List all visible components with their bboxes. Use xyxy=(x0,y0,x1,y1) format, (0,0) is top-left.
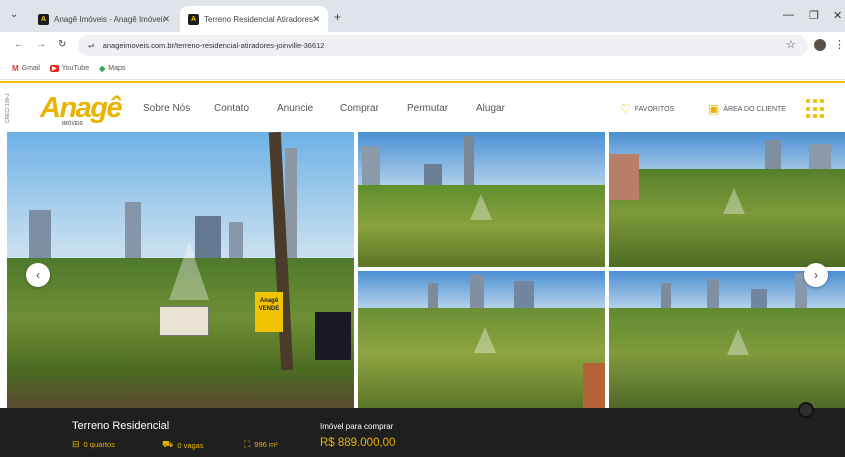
area-info: ⛶ 996 m² xyxy=(244,439,278,450)
chat-button[interactable] xyxy=(798,402,814,418)
site-header: CRECI 100-J Anagê IMÓVEIS Sobre Nós Cont… xyxy=(0,81,845,131)
anage-watermark-icon xyxy=(723,188,745,214)
gallery-next-button[interactable]: › xyxy=(804,263,828,287)
tab-title: Anagê Imóveis - Anagê Imóveis xyxy=(54,14,164,24)
car-icon: ⛟ xyxy=(162,439,174,449)
bookmark-gmail[interactable]: M Gmail xyxy=(12,64,40,73)
new-tab-icon[interactable]: + xyxy=(334,10,341,24)
anage-logo[interactable]: Anagê IMÓVEIS xyxy=(40,88,123,128)
gallery-photo-3[interactable] xyxy=(609,132,845,267)
menu-sobre-nos[interactable]: Sobre Nós xyxy=(143,103,190,114)
tab-close-icon[interactable]: ✕ xyxy=(312,14,320,25)
logo-subtitle: IMÓVEIS xyxy=(62,121,83,127)
area-value: 996 m² xyxy=(254,440,278,449)
gmail-icon: M xyxy=(12,64,19,73)
bed-icon: ⊟ xyxy=(72,439,80,449)
tab-title: Terreno Residencial Atiradores xyxy=(204,14,313,24)
anage-watermark-icon xyxy=(474,327,496,353)
menu-permutar[interactable]: Permutar xyxy=(407,103,448,114)
site-info-icon[interactable]: ⇌ xyxy=(88,41,95,50)
url-text: anageimoveis.com.br/terreno-residencial-… xyxy=(102,41,325,50)
price-label: Imóvel para comprar xyxy=(320,422,394,431)
back-icon[interactable]: ← xyxy=(14,39,24,50)
tab-search-chevron-icon[interactable]: ⌄ xyxy=(10,9,18,20)
tab-anage-home[interactable]: A Anagê Imóveis - Anagê Imóveis ✕ xyxy=(30,6,178,32)
bookmark-maps[interactable]: ◆ Maps xyxy=(99,64,125,73)
bedrooms-info: ⊟ 0 quartos xyxy=(72,439,115,450)
listing-title: Terreno Residencial xyxy=(72,420,170,432)
roadside-sign xyxy=(159,306,209,336)
browser-toolbar: ← → ↻ ⇌ anageimoveis.com.br/terreno-resi… xyxy=(0,32,845,58)
area-icon: ⛶ xyxy=(244,439,251,449)
forward-icon[interactable]: → xyxy=(36,39,46,50)
parking-value: 0 vagas xyxy=(177,440,204,450)
anage-favicon-icon: A xyxy=(188,13,199,25)
heart-icon: ♡ xyxy=(620,102,631,116)
bedrooms-value: 0 quartos xyxy=(83,440,115,449)
tab-terreno-listing[interactable]: A Terreno Residencial Atiradores ✕ xyxy=(180,6,328,32)
bookmarks-bar: M Gmail ▶ YouTube ◆ Maps xyxy=(0,58,845,80)
anage-favicon-icon: A xyxy=(38,13,49,25)
tab-close-icon[interactable]: ✕ xyxy=(162,14,170,25)
bookmark-label: Gmail xyxy=(21,65,40,72)
profile-avatar[interactable] xyxy=(814,39,826,51)
bookmark-label: Maps xyxy=(108,65,126,72)
bookmark-star-icon[interactable]: ☆ xyxy=(786,38,796,51)
gallery-prev-button[interactable]: ‹ xyxy=(26,263,50,287)
maps-icon: ◆ xyxy=(99,64,106,73)
bookmark-label: YouTube xyxy=(61,65,90,72)
address-bar[interactable]: ⇌ anageimoveis.com.br/terreno-residencia… xyxy=(78,35,808,56)
gallery-photo-main[interactable]: Anagê VENDE xyxy=(7,132,354,408)
menu-alugar[interactable]: Alugar xyxy=(476,103,505,114)
menu-contato[interactable]: Contato xyxy=(214,103,249,114)
browser-menu-icon[interactable]: ⋮ xyxy=(834,38,845,51)
anage-watermark-icon xyxy=(727,329,749,355)
gallery-photo-5[interactable] xyxy=(609,271,845,408)
house-roof xyxy=(609,154,639,200)
price-value: R$ 889.000,00 xyxy=(320,437,396,449)
gallery-photo-2[interactable] xyxy=(358,132,605,267)
gallery-photo-4[interactable] xyxy=(358,271,605,408)
menu-anuncie[interactable]: Anuncie xyxy=(277,103,313,114)
bookmark-youtube[interactable]: ▶ YouTube xyxy=(49,65,90,72)
client-area-icon: ▣ xyxy=(708,102,720,116)
favorites-label: FAVORITOS xyxy=(634,105,675,113)
youtube-icon: ▶ xyxy=(49,65,59,72)
brick-wall xyxy=(583,363,605,408)
for-sale-sign: Anagê VENDE xyxy=(255,292,283,332)
parking-info: ⛟ 0 vagas xyxy=(162,439,204,451)
client-area-label: ÁREA DO CLIENTE xyxy=(723,105,786,113)
creci-side-tab[interactable]: CRECI 100-J xyxy=(5,91,15,125)
client-area-link[interactable]: ▣ ÁREA DO CLIENTE xyxy=(708,102,786,116)
apps-grid-icon[interactable] xyxy=(806,99,826,119)
close-window-icon[interactable]: ✕ xyxy=(833,9,842,22)
restore-icon[interactable]: ❐ xyxy=(809,9,819,22)
qr-sign xyxy=(315,312,351,360)
menu-comprar[interactable]: Comprar xyxy=(340,103,379,114)
minimize-icon[interactable]: — xyxy=(783,9,794,21)
photo-gallery: Anagê VENDE ‹ › xyxy=(7,132,845,408)
listing-summary-bar: Terreno Residencial ⊟ 0 quartos ⛟ 0 vaga… xyxy=(0,408,845,457)
reload-icon[interactable]: ↻ xyxy=(58,39,66,50)
anage-watermark-icon xyxy=(470,194,492,220)
anage-watermark-icon xyxy=(169,242,209,300)
favorites-link[interactable]: ♡ FAVORITOS xyxy=(620,102,674,116)
browser-tab-strip: ⌄ A Anagê Imóveis - Anagê Imóveis ✕ A Te… xyxy=(0,0,845,32)
